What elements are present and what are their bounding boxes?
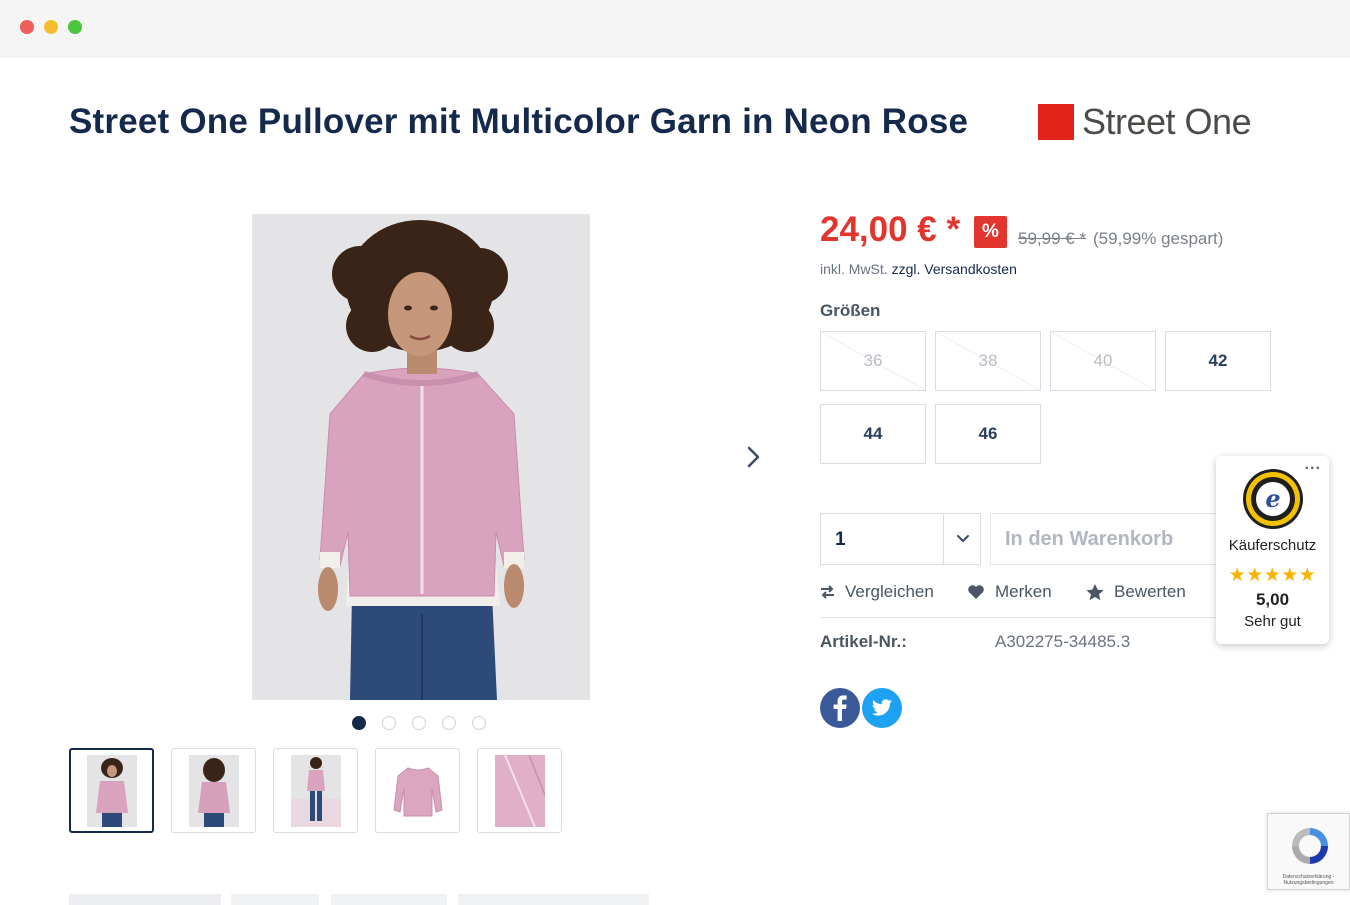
wishlist-action[interactable]: Merken	[967, 582, 1052, 602]
discount-badge: %	[974, 216, 1007, 248]
trusted-shops-seal-icon: e	[1243, 469, 1303, 529]
trust-label: Käuferschutz	[1228, 537, 1317, 554]
thumbnail-5[interactable]	[477, 748, 562, 833]
review-label: Bewerten	[1114, 582, 1186, 601]
trust-rating: Sehr gut	[1244, 613, 1301, 630]
tab-stub-3[interactable]	[331, 894, 447, 905]
current-price: 24,00 € *	[820, 210, 961, 249]
slider-dots	[352, 716, 486, 730]
brand-logo[interactable]: Street One	[1038, 101, 1252, 142]
brand-name: Street One	[1082, 101, 1252, 142]
recaptcha-badge[interactable]: Datenschutzerklärung - Nutzungsbedingung…	[1267, 813, 1350, 890]
size-option-38: 38	[935, 331, 1041, 391]
tax-note: inkl. MwSt. zzgl. Versandkosten	[820, 261, 1017, 277]
quantity-divider	[943, 514, 944, 564]
browser-chrome	[0, 0, 1350, 58]
size-option-40: 40	[1050, 331, 1156, 391]
old-price: 59,99 € *	[1018, 229, 1087, 248]
brand-square-icon	[1038, 104, 1074, 140]
tab-stub-1[interactable]	[69, 894, 221, 905]
thumbnail-1[interactable]	[69, 748, 154, 833]
review-action[interactable]: Bewerten	[1086, 582, 1186, 602]
star-icon	[1086, 583, 1104, 600]
wishlist-label: Merken	[995, 582, 1052, 601]
quantity-value: 1	[835, 529, 846, 550]
tab-stub-4[interactable]	[458, 894, 649, 905]
thumbnail-4[interactable]	[375, 748, 460, 833]
size-option-36: 36	[820, 331, 926, 391]
trust-stars: ★★★★★	[1228, 565, 1317, 586]
slider-dot-5[interactable]	[472, 716, 486, 730]
divider	[820, 617, 1220, 618]
window-maximize-dot[interactable]	[68, 20, 82, 34]
model-illustration	[252, 214, 590, 700]
tab-stub-2[interactable]	[231, 894, 319, 905]
slider-dot-1[interactable]	[352, 716, 366, 730]
article-number-label: Artikel-Nr.:	[820, 632, 907, 651]
slider-dot-2[interactable]	[382, 716, 396, 730]
recaptcha-icon	[1292, 828, 1328, 864]
thumbnail-strip	[69, 748, 562, 833]
product-title: Street One Pullover mit Multicolor Garn …	[69, 102, 969, 141]
quantity-select[interactable]: 1	[820, 513, 981, 565]
size-option-44[interactable]: 44	[820, 404, 926, 464]
slider-dot-3[interactable]	[412, 716, 426, 730]
trust-score: 5,00	[1255, 590, 1290, 609]
savings-text: (59,99% gespart)	[1093, 229, 1224, 248]
slider-dot-4[interactable]	[442, 716, 456, 730]
trusted-shops-badge[interactable]: ... e Käuferschutz ★★★★★ 5,00 Sehr gut	[1216, 456, 1329, 644]
add-to-cart-button[interactable]: In den Warenkorb	[990, 513, 1220, 565]
svg-text:e: e	[1265, 484, 1280, 513]
thumbnail-2[interactable]	[171, 748, 256, 833]
compare-label: Vergleichen	[845, 582, 934, 601]
shipping-costs-link[interactable]: zzgl. Versandkosten	[892, 261, 1017, 277]
slider-next-arrow-icon[interactable]	[738, 440, 768, 474]
compare-arrows-icon	[821, 585, 834, 599]
recaptcha-text: Datenschutzerklärung - Nutzungsbedingung…	[1282, 874, 1335, 886]
trust-menu-icon[interactable]: ...	[1305, 456, 1321, 474]
thumbnail-3[interactable]	[273, 748, 358, 833]
main-product-image[interactable]	[252, 214, 590, 700]
tax-note-text: inkl. MwSt.	[820, 261, 888, 277]
size-option-46[interactable]: 46	[935, 404, 1041, 464]
article-number-value: A302275-34485.3	[995, 632, 1131, 651]
window-close-dot[interactable]	[20, 20, 34, 34]
heart-icon	[968, 585, 984, 599]
facebook-share-icon[interactable]	[820, 688, 860, 728]
twitter-share-icon[interactable]	[862, 688, 902, 728]
chevron-down-icon	[955, 528, 971, 550]
sizes-label: Größen	[820, 301, 881, 320]
size-option-42[interactable]: 42	[1165, 331, 1271, 391]
window-minimize-dot[interactable]	[44, 20, 58, 34]
compare-action[interactable]: Vergleichen	[820, 582, 934, 602]
